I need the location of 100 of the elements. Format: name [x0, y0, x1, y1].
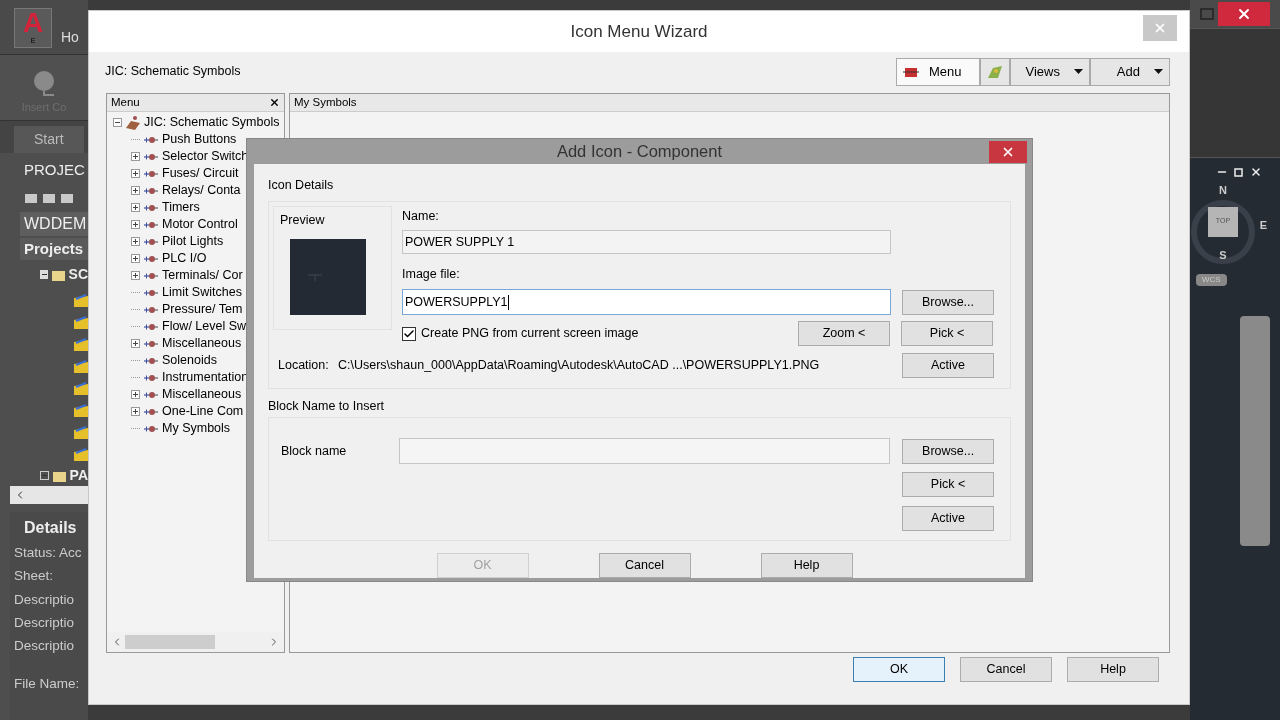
details-heading: Details — [23, 518, 78, 538]
close-icon[interactable] — [269, 97, 280, 109]
tree-item[interactable]: My Symbols — [162, 419, 231, 439]
tree-item[interactable]: Flow/ Level Sw — [162, 317, 247, 337]
drawing-icon[interactable] — [74, 447, 88, 461]
expand-icon[interactable] — [131, 152, 140, 162]
location-path: C:\Users\shaun_000\AppData\Roaming\Autodesk\AutoCAD ...\POWERSUPPLY1.PNG — [338, 357, 821, 375]
palette-title: PROJEC — [23, 160, 86, 180]
expand-icon[interactable] — [131, 254, 140, 264]
tree-item[interactable]: JIC: Schematic Symbols — [144, 113, 280, 133]
dialog-button[interactable]: Cancel — [960, 657, 1052, 683]
north-label: N — [1219, 183, 1227, 198]
dropdown-button[interactable]: Views — [1010, 57, 1090, 86]
close-button[interactable] — [989, 141, 1027, 163]
browse-button[interactable]: Browse... — [902, 438, 994, 464]
tree-item[interactable]: Timers — [162, 198, 200, 218]
drawing-icon[interactable] — [74, 315, 88, 329]
tree-item[interactable]: Motor Control — [162, 215, 238, 235]
component-icon — [143, 288, 159, 297]
dialog-button[interactable]: Cancel — [598, 553, 691, 579]
tree-item[interactable]: Pressure/ Tem — [162, 300, 243, 320]
expand-icon[interactable] — [131, 271, 140, 281]
east-label: E — [1259, 218, 1267, 233]
folder-label[interactable]: PA — [69, 465, 88, 486]
pick-button[interactable]: Pick < — [901, 321, 993, 346]
checkbox-label[interactable]: Create PNG from current screen image — [421, 324, 639, 343]
expand-icon[interactable] — [131, 169, 140, 179]
component-icon — [143, 135, 159, 144]
expand-icon[interactable] — [40, 471, 49, 480]
field-label: Block name — [281, 442, 348, 460]
name-field[interactable]: POWER SUPPLY 1 — [402, 230, 891, 255]
close-icon — [1001, 145, 1015, 159]
drawing-icon[interactable] — [74, 293, 88, 307]
tree-item[interactable]: Miscellaneous — [162, 385, 242, 405]
group-heading: Block Name to Insert — [268, 397, 385, 415]
scrollbar-thumb[interactable] — [125, 635, 215, 650]
block-name-field[interactable] — [398, 438, 891, 465]
browse-button[interactable]: Browse... — [902, 289, 994, 315]
start-tab[interactable]: Start — [14, 126, 84, 153]
collapse-icon[interactable] — [113, 118, 122, 128]
component-icon — [143, 186, 159, 195]
component-icon — [143, 356, 159, 365]
ribbon-tab[interactable]: Ho — [61, 26, 79, 48]
expand-icon[interactable] — [131, 220, 140, 230]
component-icon — [143, 390, 159, 399]
tree-item[interactable]: Pilot Lights — [162, 232, 224, 252]
active-button[interactable]: Active — [902, 506, 994, 532]
dropdown-button[interactable]: Add — [1090, 57, 1170, 86]
drawing-icon[interactable] — [74, 403, 88, 417]
expand-icon[interactable] — [131, 407, 140, 417]
close-button[interactable] — [1218, 2, 1270, 26]
drawing-icon[interactable] — [74, 359, 88, 373]
detail-line: Descriptio — [14, 613, 76, 632]
tree-item[interactable]: One-Line Com — [162, 402, 244, 422]
component-icon — [143, 407, 159, 416]
component-icon — [143, 169, 159, 178]
zoom-button[interactable]: Zoom < — [798, 321, 890, 346]
component-icon — [143, 305, 159, 314]
dialog-button[interactable]: OK — [853, 657, 945, 683]
toolbar-icon[interactable] — [60, 191, 74, 204]
image-file-field[interactable]: POWERSUPPLY1 — [402, 289, 891, 315]
tree-item[interactable]: Instrumentation — [162, 368, 249, 388]
expand-icon[interactable] — [131, 339, 140, 349]
expand-icon[interactable] — [131, 390, 140, 400]
component-icon — [143, 203, 159, 212]
collapse-icon[interactable] — [40, 270, 49, 279]
folder-label[interactable]: SC — [68, 264, 88, 285]
tree-item[interactable]: Miscellaneous — [162, 334, 242, 354]
dialog-button[interactable]: Help — [1067, 657, 1159, 683]
menu-button[interactable]: Menu — [896, 57, 980, 86]
tree-item[interactable]: Terminals/ Cor — [162, 266, 243, 286]
drawing-icon[interactable] — [74, 381, 88, 395]
checkbox[interactable] — [402, 326, 416, 341]
expand-icon[interactable] — [131, 237, 140, 247]
tree-item[interactable]: Fuses/ Circuit — [162, 164, 239, 184]
group-heading: Icon Details — [268, 176, 335, 194]
toolbar-icon[interactable] — [42, 191, 56, 204]
component-icon — [143, 237, 159, 246]
folder-icon — [52, 469, 66, 482]
folder-icon — [52, 268, 65, 281]
tree-item[interactable]: PLC I/O — [162, 249, 207, 269]
close-icon[interactable] — [1250, 166, 1262, 178]
tree-item[interactable]: Relays/ Conta — [162, 181, 241, 201]
expand-icon[interactable] — [131, 186, 140, 196]
dialog-button[interactable]: Help — [760, 553, 853, 579]
drawing-icon[interactable] — [74, 337, 88, 351]
tree-item[interactable]: Push Buttons — [162, 130, 237, 150]
detail-line: Descriptio — [14, 590, 76, 609]
component-icon — [143, 322, 159, 331]
tree-item[interactable]: Limit Switches — [162, 283, 242, 303]
expand-icon[interactable] — [131, 203, 140, 213]
south-label: S — [1219, 247, 1227, 263]
panel-title: Menu — [111, 95, 140, 111]
drawing-icon[interactable] — [74, 425, 88, 439]
active-button[interactable]: Active — [902, 353, 994, 378]
close-icon — [1236, 6, 1252, 22]
pick-button[interactable]: Pick < — [902, 472, 994, 498]
toolbar-icon[interactable] — [24, 191, 38, 204]
project-name: WDDEM — [20, 211, 88, 236]
tree-item[interactable]: Solenoids — [162, 351, 217, 371]
